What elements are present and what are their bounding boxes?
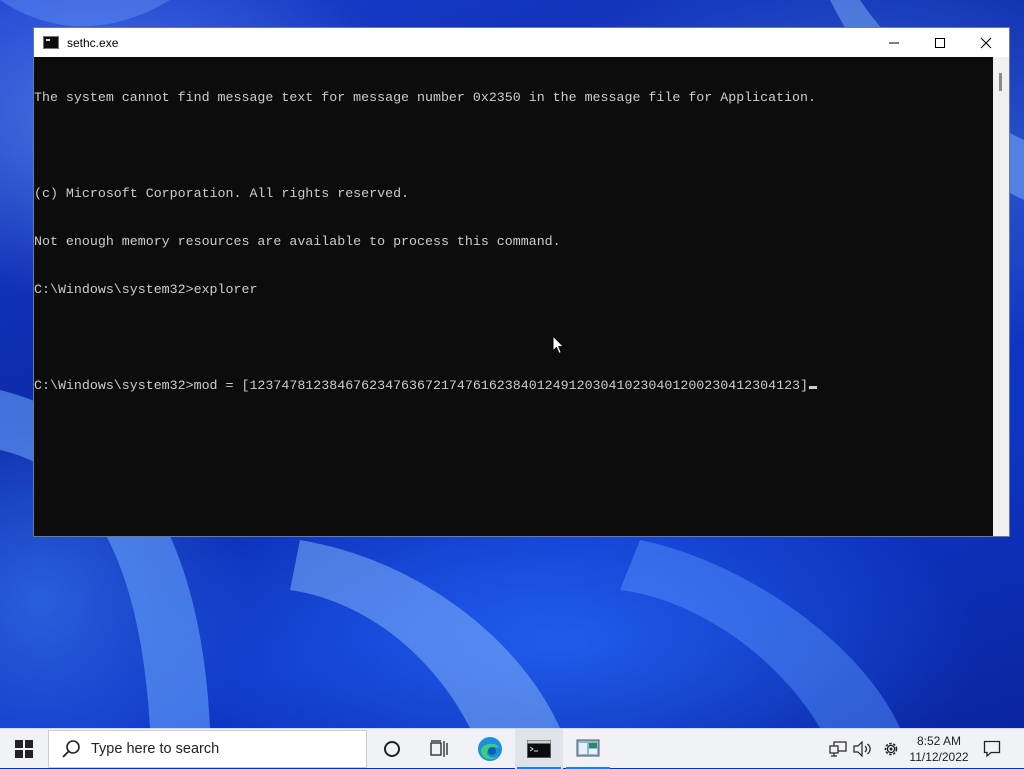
edge-icon	[478, 737, 502, 761]
vertical-scrollbar[interactable]	[993, 57, 1009, 536]
cortana-icon	[384, 741, 400, 757]
cmd-icon	[527, 740, 551, 758]
volume-icon	[853, 741, 871, 757]
console-line: The system cannot find message text for …	[34, 90, 816, 105]
cmd-taskbar-button[interactable]	[515, 729, 563, 769]
console-window[interactable]: sethc.exe The system cannot find message…	[33, 27, 1010, 537]
console-output[interactable]: The system cannot find message text for …	[34, 57, 993, 536]
scrollbar-thumb[interactable]	[999, 73, 1002, 91]
maximize-button[interactable]	[917, 28, 963, 57]
maximize-icon	[935, 37, 945, 48]
edge-taskbar-button[interactable]	[466, 729, 514, 769]
windows-start-icon	[15, 740, 33, 758]
console-input-line[interactable]: C:\Windows\system32>mod = [1237478123846…	[34, 378, 993, 394]
remote-desktop-taskbar-button[interactable]	[564, 729, 612, 769]
text-cursor	[809, 386, 818, 389]
console-line: C:\Windows\system32>explorer	[34, 282, 258, 297]
start-button[interactable]	[0, 729, 48, 769]
console-line: (c) Microsoft Corporation. All rights re…	[34, 186, 410, 201]
taskbar: Type here to search 8:52 AM 11/12/2022	[0, 728, 1024, 769]
remote-desktop-icon	[576, 739, 600, 757]
task-view-icon	[430, 740, 448, 757]
window-title: sethc.exe	[67, 35, 119, 50]
minimize-button[interactable]	[871, 28, 917, 57]
search-placeholder: Type here to search	[91, 741, 220, 757]
task-view-button[interactable]	[416, 729, 464, 769]
clock-time: 8:52 AM	[916, 734, 962, 748]
cortana-button[interactable]	[368, 729, 416, 769]
search-box[interactable]: Type here to search	[48, 730, 367, 768]
notification-icon	[983, 740, 1001, 758]
network-tray-button[interactable]	[826, 729, 850, 769]
settings-icon	[884, 742, 898, 756]
settings-tray-button[interactable]	[879, 729, 903, 769]
mouse-pointer-icon	[552, 335, 565, 355]
taskbar-clock[interactable]: 8:52 AM 11/12/2022	[905, 729, 973, 769]
console-command[interactable]: C:\Windows\system32>mod = [1237478123846…	[34, 378, 808, 393]
search-icon	[62, 740, 80, 758]
action-center-button[interactable]	[976, 729, 1008, 769]
minimize-icon	[889, 42, 899, 43]
close-button[interactable]	[963, 28, 1009, 57]
console-line: Not enough memory resources are availabl…	[34, 234, 561, 249]
close-icon	[980, 37, 992, 48]
network-icon	[829, 741, 847, 757]
title-bar[interactable]: sethc.exe	[34, 28, 1009, 57]
volume-tray-button[interactable]	[851, 729, 875, 769]
cmd-app-icon	[43, 36, 59, 49]
clock-date: 11/12/2022	[909, 750, 969, 764]
